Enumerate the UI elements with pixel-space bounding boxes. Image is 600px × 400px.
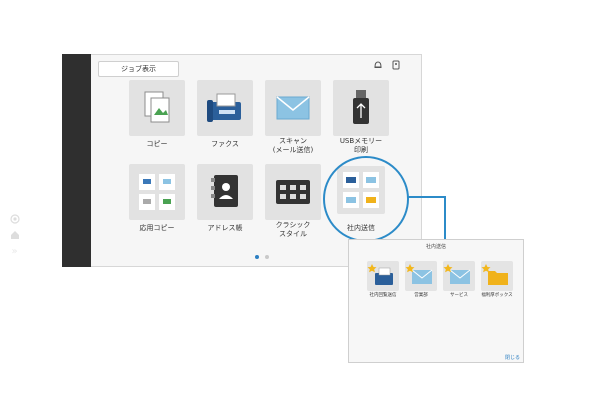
popup-item-fax-circular[interactable] [367, 261, 399, 291]
popup-title: 社内送信 [425, 244, 446, 250]
app-usb-print[interactable] [333, 80, 389, 136]
callout-line-vertical [444, 196, 446, 240]
user-device-icon[interactable] [389, 60, 403, 74]
app-classic-style[interactable] [265, 164, 321, 220]
fax-star-icon [367, 264, 393, 285]
popup-item-service[interactable] [443, 261, 475, 291]
page-dot-2[interactable] [265, 255, 269, 259]
app-label-address-book: アドレス帳 [207, 224, 243, 232]
home-icon[interactable] [0, 230, 29, 243]
app-label-fax: ファクス [211, 140, 239, 148]
app-label-advanced-copy: 応用コピー [139, 224, 175, 232]
app-fax[interactable] [197, 80, 253, 136]
app-label-usb: USBメモリー 印刷 [339, 137, 383, 154]
page-dot-1[interactable] [255, 255, 259, 259]
highlight-circle [323, 156, 409, 242]
classic-style-icon [276, 180, 310, 204]
popup-label-3: サービス [450, 293, 468, 298]
internal-send-popup [348, 239, 524, 363]
job-display-button[interactable]: ジョブ表示 [98, 61, 179, 77]
app-scan-mail[interactable] [265, 80, 321, 136]
app-label-scan: スキャン (メール送信) [272, 137, 314, 154]
advanced-copy-grid-icon [139, 174, 175, 210]
popup-label-1: 社内回覧送信 [369, 293, 397, 298]
popup-item-box[interactable] [481, 261, 513, 291]
popup-close-button[interactable]: 閉じる [505, 354, 520, 361]
chevron-right-double-icon[interactable]: » [0, 246, 29, 257]
callout-line-horizontal [407, 196, 445, 198]
copy-icon [144, 91, 170, 123]
fax-icon [207, 93, 241, 122]
mail-icon [276, 96, 310, 120]
usb-icon [353, 90, 369, 124]
mail-star-icon [405, 264, 433, 284]
popup-item-sales[interactable] [405, 261, 437, 291]
folder-star-icon [481, 264, 508, 285]
app-address-book[interactable] [197, 164, 253, 220]
bell-icon[interactable] [371, 60, 385, 74]
app-advanced-copy[interactable] [129, 164, 185, 220]
page-indicator[interactable] [252, 253, 272, 261]
mail-star-icon-2 [443, 264, 471, 284]
settings-icon[interactable] [0, 214, 29, 227]
sidebar [62, 54, 91, 267]
popup-label-4: 福利厚ボックス [481, 293, 513, 298]
app-copy[interactable] [129, 80, 185, 136]
address-book-icon [211, 175, 238, 207]
app-label-classic: クラシック スタイル [275, 221, 311, 238]
app-label-copy: コピー [146, 140, 168, 148]
popup-label-2: 営業部 [414, 293, 428, 298]
